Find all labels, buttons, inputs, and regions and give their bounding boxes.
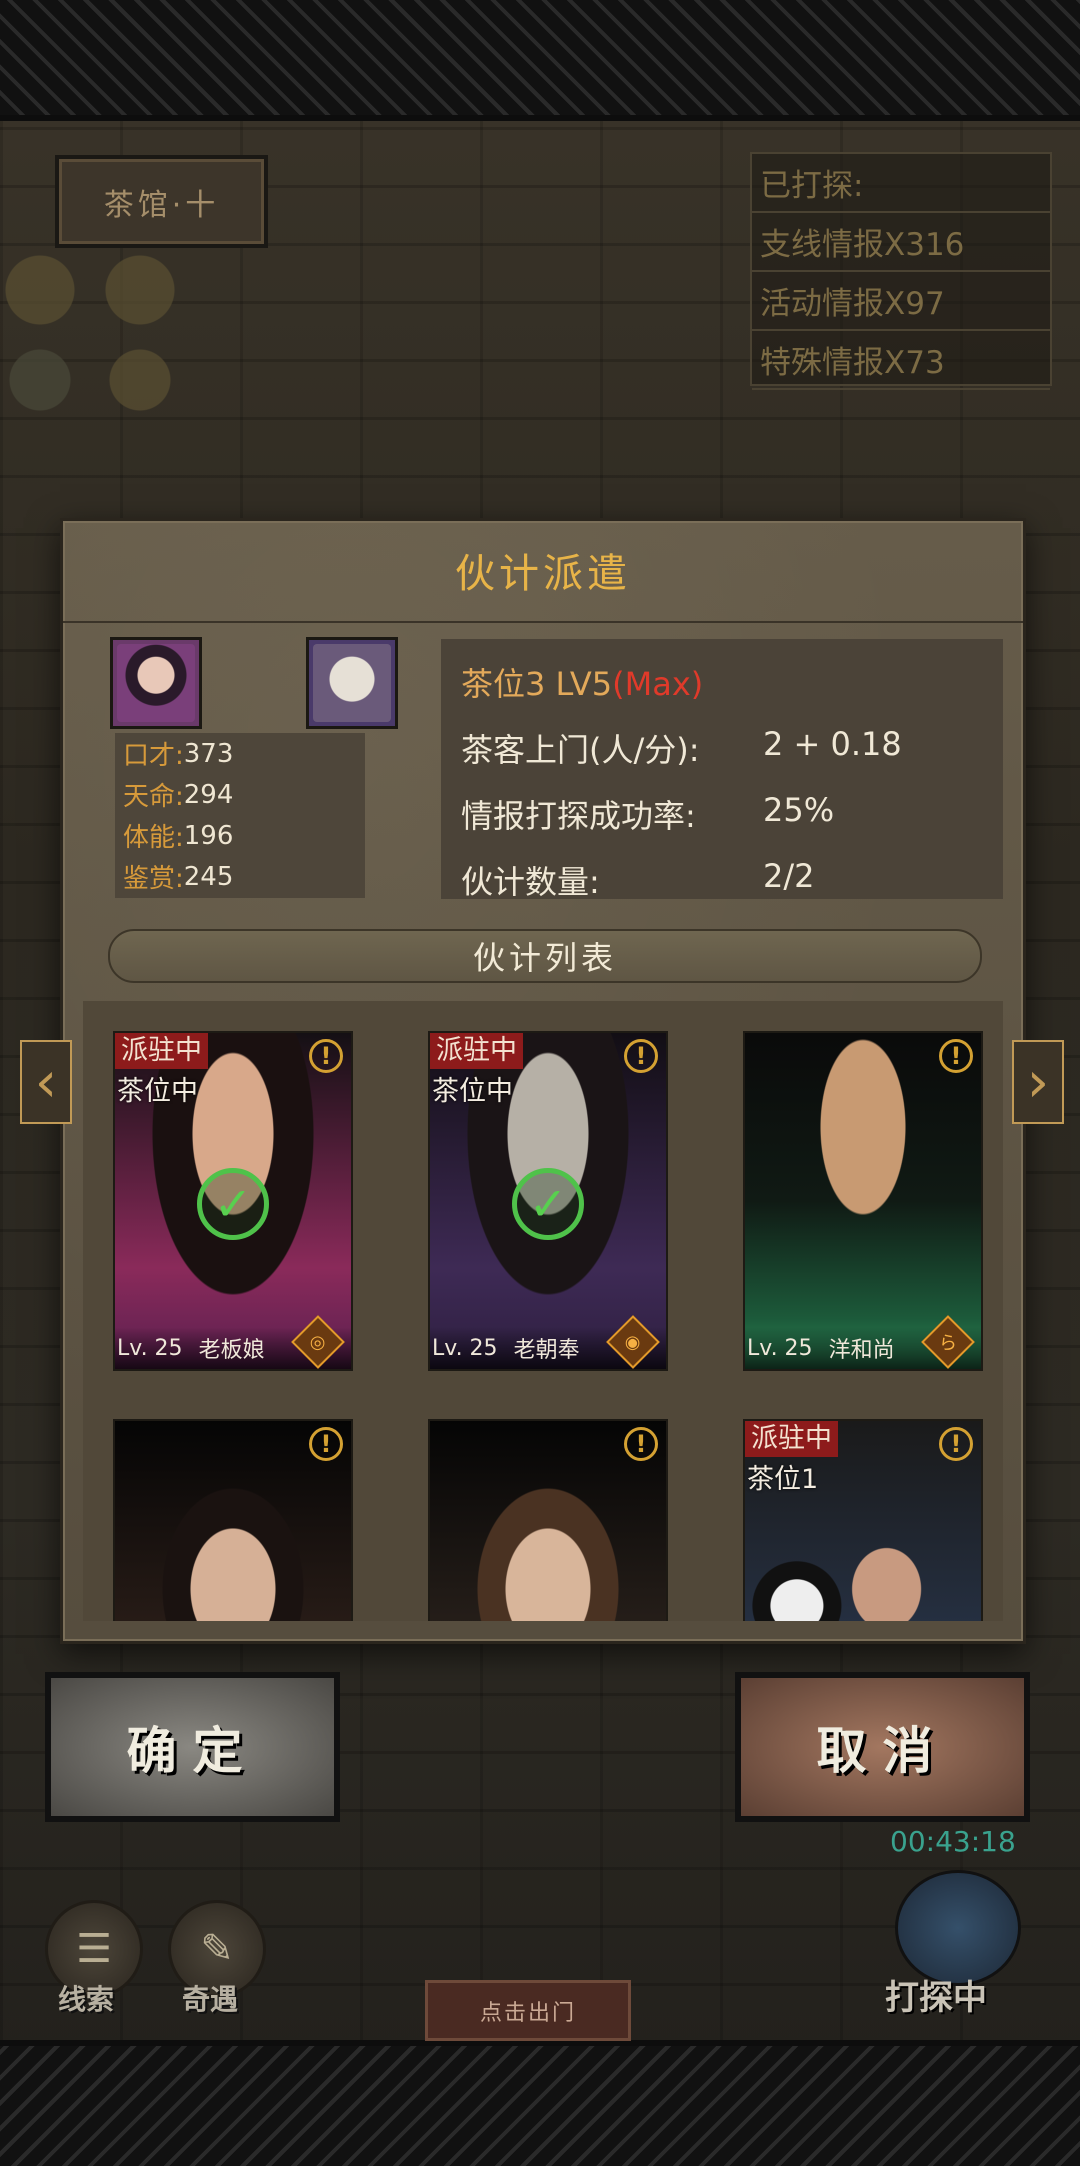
intel-event: 活动情报X97 [752,272,1050,331]
seat-badge: 茶位中 [432,1076,513,1107]
title-divider [63,621,1023,623]
info-icon[interactable]: ! [309,1427,343,1461]
scouting-label[interactable]: 打探中 [885,1970,987,2019]
info-customers: 茶客上门(人/分): 2 + 0.18 [461,725,902,769]
seat-badge: 茶位中 [117,1076,198,1107]
staff-card-5[interactable]: ! [428,1419,668,1621]
check-icon: ✓ [512,1168,584,1240]
encounter-label[interactable]: 奇遇 [182,1978,238,2018]
deployed-badge: 派驻中 [115,1033,208,1069]
go-out-button[interactable]: 点击出门 [425,1980,631,2041]
stat-appraisal: 鉴赏: 245 [123,861,234,895]
stat-destiny: 天命: 294 [123,779,234,813]
stats-box: 口才: 373 天命: 294 体能: 196 鉴赏: 245 [115,733,365,898]
staff-card-proprietress[interactable]: 派驻中 茶位中 ! ✓ Lv. 25 老板娘 ◎ [113,1031,353,1371]
top-frame [0,0,1080,121]
shop-sign: 茶馆·十 [55,155,268,248]
staff-card-4[interactable]: ! [113,1419,353,1621]
next-page-arrow-icon[interactable]: › [1012,1040,1064,1124]
intel-header: 已打探: [752,154,1050,213]
deployed-badge: 派驻中 [745,1421,838,1457]
scouting-tea-icon[interactable] [895,1870,1021,1986]
assigned-portrait-1[interactable] [110,637,202,729]
seat-title: 茶位3 LV5(Max) [461,665,704,703]
info-success-rate: 情报打探成功率: 25% [461,791,835,835]
stat-eloquence: 口才: 373 [123,738,234,772]
info-staff-count: 伙计数量: 2/2 [461,857,815,901]
intel-side: 支线情报X316 [752,213,1050,272]
dispatch-modal: 伙计派遣 口才: 373 天命: 294 体能: 196 鉴赏: 245 茶位3 LV5… [60,518,1026,1644]
seat-badge: 茶位1 [747,1464,819,1495]
prev-page-arrow-icon[interactable]: ‹ [20,1040,72,1124]
info-icon[interactable]: ! [939,1039,973,1073]
bottom-frame [0,2040,1080,2166]
clues-label[interactable]: 线索 [58,1978,114,2018]
staff-list[interactable]: 派驻中 茶位中 ! ✓ Lv. 25 老板娘 ◎ 派驻中 茶位中 ! ✓ Lv. … [83,1001,1003,1621]
staff-card-6[interactable]: 派驻中 茶位1 ! [743,1419,983,1621]
deployed-badge: 派驻中 [430,1033,523,1069]
info-icon[interactable]: ! [624,1039,658,1073]
modal-title: 伙计派遣 [455,551,631,597]
cancel-button[interactable]: 取消 [735,1672,1030,1822]
countdown-timer: 00:43:18 [890,1825,1016,1858]
assigned-portrait-2[interactable] [306,637,398,729]
intel-panel: 已打探: 支线情报X316 活动情报X97 特殊情报X73 [750,152,1052,390]
scene-props [0,240,200,440]
intel-special: 特殊情报X73 [752,331,1050,390]
info-icon[interactable]: ! [939,1427,973,1461]
confirm-button[interactable]: 确定 [45,1672,340,1822]
check-icon: ✓ [197,1168,269,1240]
info-icon[interactable]: ! [309,1039,343,1073]
staff-card-pawnbroker[interactable]: 派驻中 茶位中 ! ✓ Lv. 25 老朝奉 ◉ [428,1031,668,1371]
stat-stamina: 体能: 196 [123,820,234,854]
staff-card-foreign-monk[interactable]: ! Lv. 25 洋和尚 ら [743,1031,983,1371]
seat-info-box: 茶位3 LV5(Max) 茶客上门(人/分): 2 + 0.18 情报打探成功率… [441,639,1003,901]
staff-list-header: 伙计列表 [108,929,982,983]
info-icon[interactable]: ! [624,1427,658,1461]
